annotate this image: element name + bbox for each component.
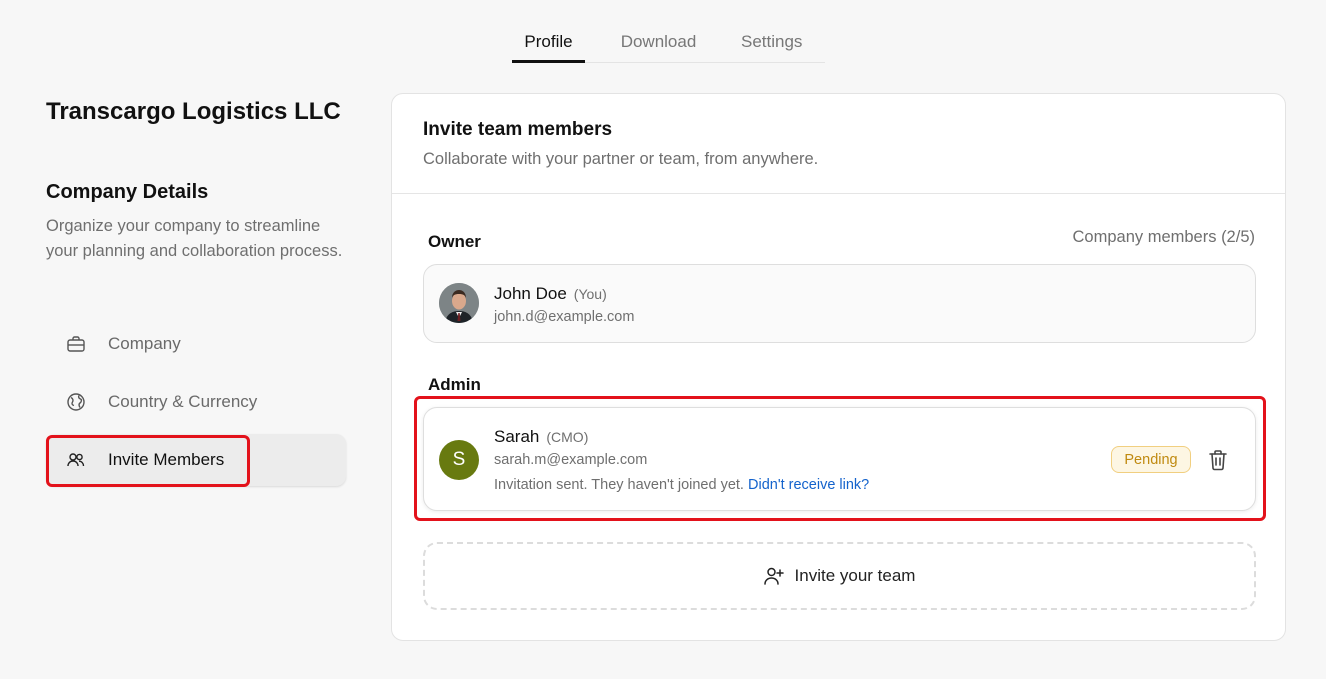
invite-team-button[interactable]: Invite your team <box>423 542 1256 610</box>
briefcase-icon <box>66 334 86 354</box>
invite-button-label: Invite your team <box>794 566 916 585</box>
section-title: Company Details <box>46 181 209 203</box>
card-header: Invite team members Collaborate with you… <box>392 94 1285 194</box>
tab-settings[interactable]: Settings <box>732 22 825 63</box>
sidebar-item-invite-members[interactable]: Invite Members <box>46 434 346 486</box>
trash-icon[interactable] <box>1208 449 1228 471</box>
owner-label: Owner <box>428 232 481 251</box>
card-title: Invite team members <box>423 119 613 140</box>
member-name: Sarah (CMO) <box>494 427 588 447</box>
avatar: S <box>439 440 479 480</box>
admin-name: Sarah <box>494 427 540 446</box>
sidebar-item-country-currency[interactable]: Country & Currency <box>46 376 346 428</box>
card-subtitle: Collaborate with your partner or team, f… <box>423 150 819 168</box>
sidebar-item-label: Invite Members <box>108 450 225 469</box>
members-count: Company members (2/5) <box>1072 228 1255 246</box>
admin-label: Admin <box>428 375 481 394</box>
owner-member-row: John Doe (You) john.d@example.com <box>423 264 1256 343</box>
member-email: john.d@example.com <box>494 309 635 325</box>
admin-member-row: S Sarah (CMO) sarah.m@example.com Invitat… <box>423 407 1256 511</box>
invitation-status-text: Invitation sent. They haven't joined yet… <box>494 477 744 493</box>
sidebar-nav: Company Country & Currency Invite Member… <box>46 318 346 492</box>
users-icon <box>66 450 86 470</box>
avatar <box>439 283 479 323</box>
status-badge: Pending <box>1111 446 1191 473</box>
sidebar-item-label: Country & Currency <box>108 392 258 411</box>
invite-card: Invite team members Collaborate with you… <box>391 93 1286 641</box>
user-plus-icon <box>763 565 786 587</box>
invitation-note: Invitation sent. They haven't joined yet… <box>494 477 869 493</box>
member-name: John Doe (You) <box>494 284 607 304</box>
resend-link[interactable]: Didn't receive link? <box>748 477 869 493</box>
tab-download[interactable]: Download <box>585 22 732 63</box>
section-description: Organize your company to streamline your… <box>46 217 343 260</box>
company-name: Transcargo Logistics LLC <box>46 98 341 125</box>
globe-icon <box>66 392 86 412</box>
member-email: sarah.m@example.com <box>494 452 648 468</box>
admin-role: (CMO) <box>546 429 589 445</box>
top-tabs: Profile Download Settings <box>512 22 825 63</box>
sidebar-item-company[interactable]: Company <box>46 318 346 370</box>
owner-name: John Doe <box>494 284 567 303</box>
owner-role: (You) <box>573 286 607 302</box>
tab-profile[interactable]: Profile <box>512 22 585 63</box>
sidebar-item-label: Company <box>108 334 181 353</box>
